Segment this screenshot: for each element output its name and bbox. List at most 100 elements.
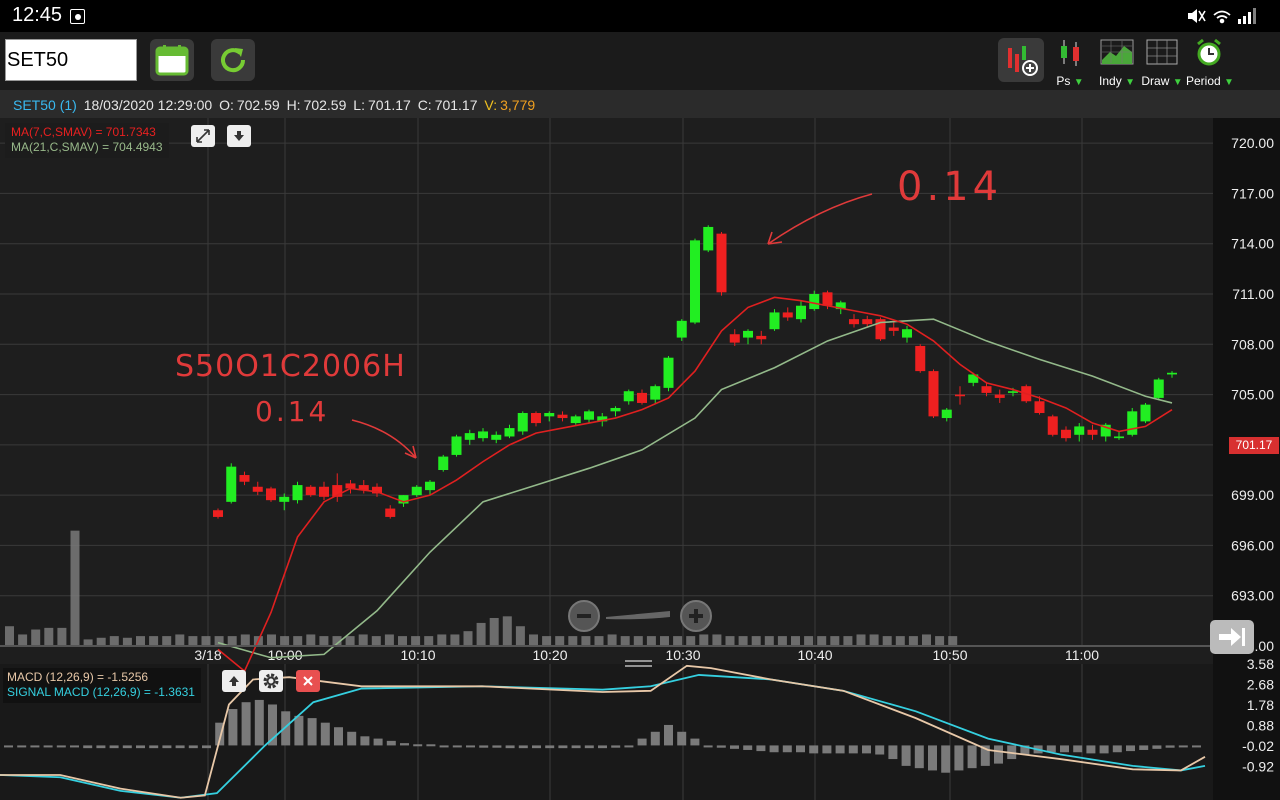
scroll-to-latest-button[interactable] — [1210, 620, 1254, 654]
ohlc-volume: 3,779 — [500, 97, 536, 113]
indy-tool[interactable]: Indy ▼ — [1094, 38, 1140, 88]
settings-button[interactable] — [259, 670, 283, 692]
macd-histogram-bar — [505, 745, 515, 749]
volume-bar — [398, 636, 407, 646]
macd-histogram-bar — [518, 745, 528, 749]
macd-histogram-bar — [334, 727, 343, 746]
chevron-down-icon: ▼ — [1172, 77, 1183, 88]
macd-histogram-bar — [30, 745, 40, 748]
candle-body — [1167, 372, 1177, 375]
macd-histogram-bar — [914, 745, 924, 769]
close-indicator-button[interactable] — [296, 670, 320, 692]
candle-body — [637, 392, 647, 403]
volume-bar — [764, 636, 774, 646]
ohlc-open-label: O: — [219, 97, 234, 113]
macd-histogram-bar — [254, 699, 264, 746]
volume-bar — [882, 636, 892, 646]
expand-icon — [196, 129, 210, 143]
macd-histogram-bar — [175, 745, 185, 749]
macd-histogram-bar — [584, 745, 594, 749]
macd-histogram-bar — [202, 745, 211, 749]
symbol-input[interactable] — [5, 39, 137, 81]
macd-histogram-bar — [703, 745, 713, 748]
annotation-top-right: 0.14 — [897, 164, 1003, 210]
indy-label: Indy — [1099, 74, 1122, 88]
volume-bar — [568, 636, 578, 646]
move-up-button[interactable] — [222, 670, 246, 692]
ma-legend: MA(7,C,SMAV) = 701.7343 MA(21,C,SMAV) = … — [5, 123, 169, 158]
candle-body — [928, 371, 939, 417]
calendar-icon — [155, 45, 189, 76]
volume-bar — [804, 636, 814, 646]
candlestick-icon — [1061, 40, 1079, 66]
y-tick-label: 714.00 — [1231, 236, 1274, 252]
chevron-down-icon: ▼ — [1125, 77, 1135, 88]
zoom-in-button[interactable] — [680, 600, 712, 632]
ohlc-datetime: 18/03/2020 12:29:00 — [83, 97, 213, 113]
period-label: Period — [1186, 74, 1221, 88]
draw-tool[interactable]: Draw ▼ — [1139, 38, 1185, 88]
macd-histogram-bar — [1165, 745, 1175, 748]
macd-histogram-bar — [360, 736, 370, 746]
macd-legend-value: MACD (12,26,9) = -1.5256 — [7, 670, 149, 684]
zoom-slider[interactable] — [604, 608, 674, 622]
volume-bar — [18, 634, 28, 646]
volume-bar — [555, 636, 565, 646]
refresh-button[interactable] — [211, 39, 255, 81]
x-tick-label: 10:40 — [797, 647, 832, 663]
annotation-value: 0.14 — [255, 395, 330, 428]
candle-body — [941, 409, 952, 419]
ohlc-volume-label: V: — [484, 97, 498, 113]
move-down-button[interactable] — [227, 125, 251, 147]
ohlc-symbol: SET50 (1) — [13, 97, 77, 113]
draw-label: Draw — [1141, 74, 1170, 88]
volume-bar — [188, 636, 198, 646]
calendar-button[interactable] — [150, 39, 194, 81]
macd-histogram-bar — [320, 722, 330, 746]
macd-histogram-bar — [756, 745, 766, 752]
toolbar: Ps ▼ Indy ▼ Draw ▼ Period ▼ — [0, 32, 1280, 90]
macd-histogram-bar — [109, 745, 119, 749]
zoom-out-button[interactable] — [568, 600, 600, 632]
macd-histogram-bar — [532, 745, 541, 749]
volume-bar — [646, 636, 656, 646]
annotation-code: S50O1C2006H — [175, 349, 406, 384]
macd-histogram-bar — [479, 745, 489, 748]
macd-histogram-bar — [558, 745, 568, 749]
macd-histogram-bar — [96, 745, 106, 749]
candle-body — [411, 486, 422, 496]
chevron-down-icon: ▼ — [1224, 77, 1234, 88]
period-tool[interactable]: Period ▼ — [1186, 38, 1234, 88]
x-tick-label: 10:00 — [267, 647, 302, 663]
macd-histogram-bar — [782, 745, 792, 753]
candle-body — [491, 434, 502, 440]
macd-tick-label: 1.78 — [1247, 697, 1274, 713]
candle-body — [531, 413, 541, 424]
candle-body — [1034, 401, 1045, 414]
volume-bar — [319, 636, 329, 646]
candle-body — [266, 488, 276, 501]
macd-histogram-bar — [743, 745, 753, 750]
candle-body — [650, 386, 661, 400]
macd-histogram-bar — [994, 745, 1003, 764]
volume-bar — [948, 636, 958, 646]
ps-label: Ps — [1056, 74, 1071, 88]
macd-histogram-bar — [571, 745, 581, 749]
expand-chart-button[interactable] — [191, 125, 215, 147]
ps-tool[interactable]: Ps ▼ — [1047, 38, 1093, 88]
volume-bar — [581, 636, 591, 646]
candle-body — [796, 305, 806, 320]
volume-bar — [542, 636, 552, 646]
volume-bar — [935, 636, 945, 646]
macd-histogram-bar — [1192, 745, 1201, 748]
macd-histogram-bar — [716, 745, 726, 748]
ma7-legend: MA(7,C,SMAV) = 701.7343 — [11, 125, 156, 139]
macd-histogram-bar — [162, 745, 172, 749]
x-tick-label: 10:10 — [400, 647, 435, 663]
volume-bar — [5, 626, 14, 646]
add-chart-button[interactable] — [998, 38, 1044, 82]
y-tick-label: 708.00 — [1231, 336, 1274, 352]
candle-body — [862, 319, 873, 325]
candle-body — [584, 411, 594, 420]
macd-histogram-bar — [188, 745, 198, 749]
